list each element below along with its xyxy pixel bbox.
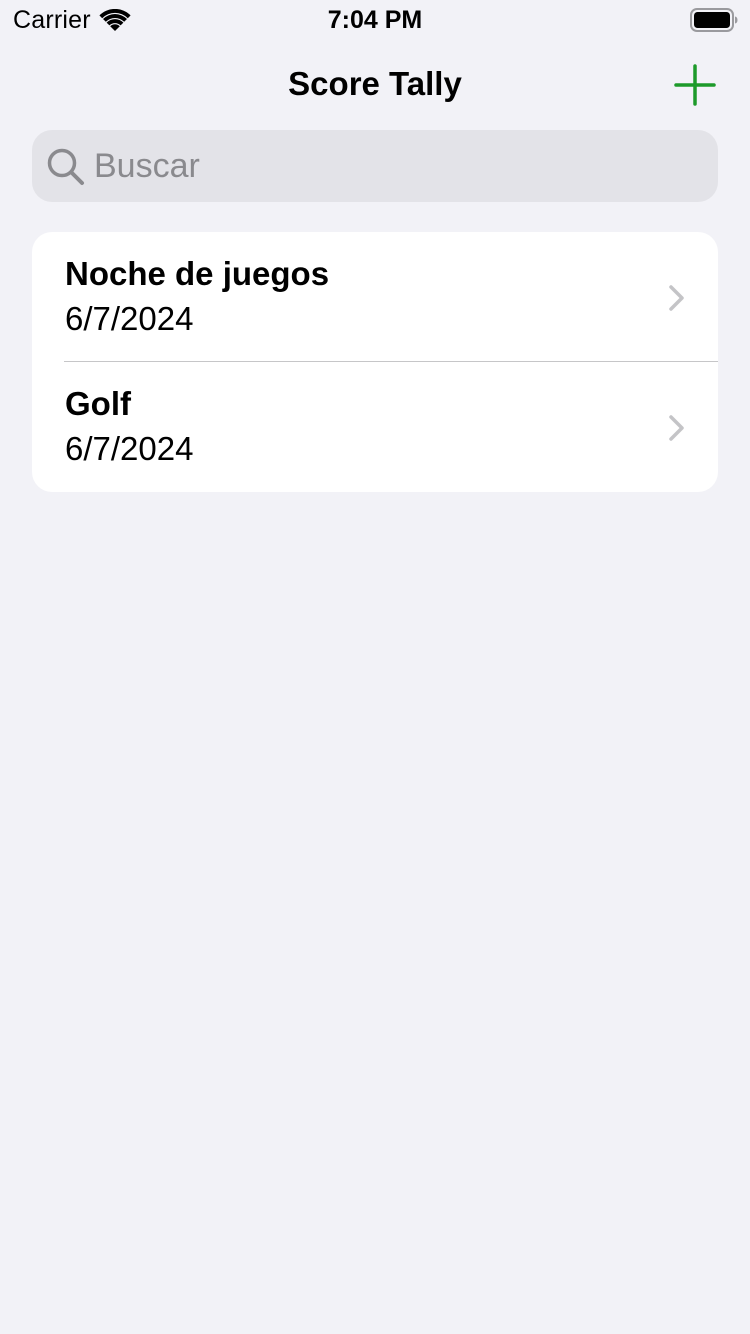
game-title: Golf (65, 385, 131, 422)
status-bar: Carrier 7:04 PM (0, 0, 750, 40)
magnifying-glass-icon (47, 148, 84, 185)
search-input[interactable] (94, 130, 694, 202)
game-title: Noche de juegos (65, 255, 330, 292)
chevron-right-icon (669, 285, 684, 311)
add-game-button[interactable] (672, 62, 718, 108)
clock-time: 7:04 PM (327, 6, 423, 34)
game-date: 6/7/2024 (65, 430, 194, 467)
chevron-right-icon (669, 415, 684, 441)
page-title: Score Tally (288, 65, 462, 102)
list-item[interactable]: Noche de juegos 6/7/2024 (32, 232, 718, 362)
list-item[interactable]: Golf 6/7/2024 (32, 362, 718, 492)
search-bar[interactable] (32, 130, 718, 202)
battery-icon (690, 8, 738, 32)
games-list: Noche de juegos 6/7/2024 Golf 6/7/2024 (32, 232, 718, 492)
game-date: 6/7/2024 (65, 300, 194, 337)
plus-icon (674, 64, 716, 106)
